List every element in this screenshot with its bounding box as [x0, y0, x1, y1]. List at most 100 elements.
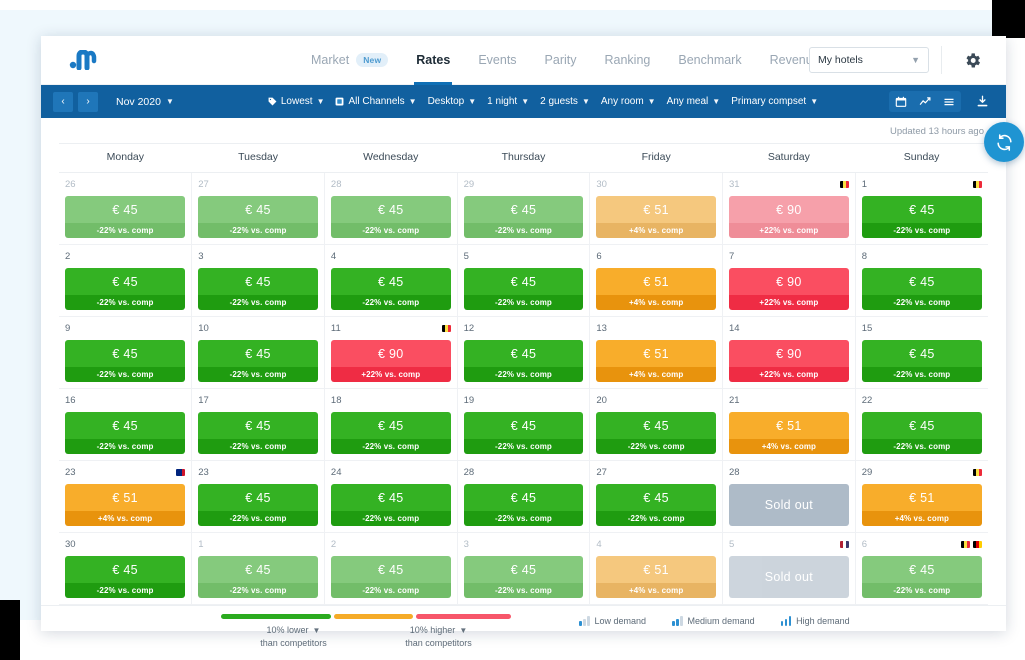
calendar-day-cell[interactable]: 2 € 45 -22% vs. comp	[323, 532, 458, 605]
month-selector[interactable]: Nov 2020 ▼	[116, 96, 174, 108]
rate-card[interactable]: € 45 -22% vs. comp	[198, 268, 318, 310]
calendar-day-cell[interactable]: 3 € 45 -22% vs. comp	[191, 244, 325, 317]
nav-item-parity[interactable]: Parity	[531, 36, 591, 85]
calendar-day-cell[interactable]: 15 € 45 -22% vs. comp	[854, 316, 988, 389]
calendar-day-cell[interactable]: 5 € 45 -22% vs. comp	[456, 244, 591, 317]
rate-card[interactable]: € 90 +22% vs. comp	[729, 268, 849, 310]
calendar-day-cell[interactable]: 16 € 45 -22% vs. comp	[59, 388, 193, 461]
rate-card[interactable]: € 45 -22% vs. comp	[463, 196, 584, 238]
calendar-day-cell[interactable]: 22 € 45 -22% vs. comp	[854, 388, 988, 461]
rate-card[interactable]: € 51 +4% vs. comp	[729, 412, 849, 454]
rate-card[interactable]: € 45 -22% vs. comp	[861, 412, 982, 454]
rate-card[interactable]: € 90 +22% vs. comp	[729, 340, 849, 382]
calendar-day-cell[interactable]: 2 € 45 -22% vs. comp	[59, 244, 193, 317]
rate-card[interactable]: € 45 -22% vs. comp	[198, 484, 318, 526]
filter-device[interactable]: Desktop ▼	[428, 96, 477, 107]
calendar-day-cell[interactable]: 11 € 90 +22% vs. comp	[323, 316, 458, 389]
rate-card[interactable]: € 90 +22% vs. comp	[729, 196, 849, 238]
rate-card[interactable]: € 45 -22% vs. comp	[198, 412, 318, 454]
calendar-day-cell[interactable]: 14 € 90 +22% vs. comp	[722, 316, 856, 389]
rate-card[interactable]: € 90 +22% vs. comp	[330, 340, 451, 382]
filter-length-of-stay[interactable]: 1 night ▼	[487, 96, 529, 107]
rate-card[interactable]: € 45 -22% vs. comp	[65, 556, 186, 598]
settings-gear-button[interactable]	[960, 48, 984, 72]
calendar-day-cell[interactable]: 27 € 45 -22% vs. comp	[191, 172, 325, 245]
rate-card[interactable]: € 45 -22% vs. comp	[330, 484, 451, 526]
rate-card[interactable]: € 51 +4% vs. comp	[596, 196, 717, 238]
rate-card[interactable]: € 45 -22% vs. comp	[198, 556, 318, 598]
rate-card[interactable]: € 45 -22% vs. comp	[861, 556, 982, 598]
calendar-day-cell[interactable]: 6 € 45 -22% vs. comp	[854, 532, 988, 605]
sold-out-cell[interactable]: Sold out	[729, 484, 849, 526]
calendar-day-cell[interactable]: 1 € 45 -22% vs. comp	[854, 172, 988, 245]
rate-card[interactable]: € 45 -22% vs. comp	[65, 340, 186, 382]
hotel-selector[interactable]: My hotels ▼	[809, 47, 929, 73]
rate-card[interactable]: € 45 -22% vs. comp	[463, 340, 584, 382]
rate-card[interactable]: € 45 -22% vs. comp	[330, 196, 451, 238]
filter-meal[interactable]: Any meal ▼	[667, 96, 721, 107]
calendar-view-icon[interactable]	[889, 91, 913, 112]
calendar-day-cell[interactable]: 30 € 45 -22% vs. comp	[59, 532, 193, 605]
calendar-day-cell[interactable]: 6 € 51 +4% vs. comp	[589, 244, 724, 317]
scale-threshold-lower-select[interactable]: 10% lower ▼	[221, 625, 366, 635]
calendar-day-cell[interactable]: 29 € 45 -22% vs. comp	[456, 172, 591, 245]
calendar-day-cell[interactable]: 31 € 90 +22% vs. comp	[722, 172, 856, 245]
calendar-day-cell[interactable]: 13 € 51 +4% vs. comp	[589, 316, 724, 389]
rate-card[interactable]: € 51 +4% vs. comp	[596, 268, 717, 310]
filter-channels[interactable]: All Channels ▼	[335, 96, 417, 107]
calendar-day-cell[interactable]: 27 € 45 -22% vs. comp	[589, 460, 724, 533]
calendar-day-cell[interactable]: 23 € 51 +4% vs. comp	[59, 460, 193, 533]
rate-card[interactable]: € 45 -22% vs. comp	[596, 412, 717, 454]
refresh-button[interactable]	[984, 122, 1024, 162]
calendar-day-cell[interactable]: 24 € 45 -22% vs. comp	[323, 460, 458, 533]
nav-item-ranking[interactable]: Ranking	[591, 36, 665, 85]
rate-card[interactable]: € 45 -22% vs. comp	[198, 196, 318, 238]
prev-month-button[interactable]: ‹	[53, 91, 73, 112]
rate-card[interactable]: € 45 -22% vs. comp	[861, 340, 982, 382]
rate-card[interactable]: € 45 -22% vs. comp	[861, 196, 982, 238]
rate-card[interactable]: € 51 +4% vs. comp	[861, 484, 982, 526]
calendar-day-cell[interactable]: 28 Sold out	[722, 460, 856, 533]
nav-item-rates[interactable]: Rates	[402, 36, 464, 85]
rate-card[interactable]: € 45 -22% vs. comp	[198, 340, 318, 382]
calendar-day-cell[interactable]: 4 € 45 -22% vs. comp	[323, 244, 458, 317]
calendar-day-cell[interactable]: 10 € 45 -22% vs. comp	[191, 316, 325, 389]
filter-compset[interactable]: Primary compset ▼	[731, 96, 818, 107]
rate-card[interactable]: € 45 -22% vs. comp	[65, 196, 186, 238]
rate-card[interactable]: € 45 -22% vs. comp	[596, 484, 717, 526]
calendar-day-cell[interactable]: 8 € 45 -22% vs. comp	[854, 244, 988, 317]
rate-card[interactable]: € 45 -22% vs. comp	[463, 412, 584, 454]
calendar-day-cell[interactable]: 5 Sold out	[722, 532, 856, 605]
calendar-day-cell[interactable]: 9 € 45 -22% vs. comp	[59, 316, 193, 389]
rate-card[interactable]: € 45 -22% vs. comp	[330, 556, 451, 598]
rate-card[interactable]: € 45 -22% vs. comp	[65, 268, 186, 310]
calendar-day-cell[interactable]: 17 € 45 -22% vs. comp	[191, 388, 325, 461]
calendar-day-cell[interactable]: 21 € 51 +4% vs. comp	[722, 388, 856, 461]
scale-threshold-higher-select[interactable]: 10% higher ▼	[366, 625, 511, 635]
rate-card[interactable]: € 45 -22% vs. comp	[861, 268, 982, 310]
calendar-day-cell[interactable]: 26 € 45 -22% vs. comp	[59, 172, 193, 245]
nav-item-events[interactable]: Events	[464, 36, 530, 85]
filter-room[interactable]: Any room ▼	[601, 96, 656, 107]
chart-view-icon[interactable]	[913, 91, 937, 112]
sold-out-cell[interactable]: Sold out	[729, 556, 849, 598]
calendar-day-cell[interactable]: 28 € 45 -22% vs. comp	[323, 172, 458, 245]
app-logo[interactable]	[41, 50, 127, 70]
rate-card[interactable]: € 45 -22% vs. comp	[65, 412, 186, 454]
filter-lowest[interactable]: Lowest ▼	[268, 96, 324, 107]
calendar-day-cell[interactable]: 29 € 51 +4% vs. comp	[854, 460, 988, 533]
calendar-day-cell[interactable]: 23 € 45 -22% vs. comp	[191, 460, 325, 533]
rate-card[interactable]: € 45 -22% vs. comp	[463, 484, 584, 526]
calendar-day-cell[interactable]: 28 € 45 -22% vs. comp	[456, 460, 591, 533]
calendar-day-cell[interactable]: 20 € 45 -22% vs. comp	[589, 388, 724, 461]
next-month-button[interactable]: ›	[78, 91, 98, 112]
rate-card[interactable]: € 51 +4% vs. comp	[65, 484, 186, 526]
calendar-day-cell[interactable]: 3 € 45 -22% vs. comp	[456, 532, 591, 605]
filter-guests[interactable]: 2 guests ▼	[540, 96, 590, 107]
calendar-day-cell[interactable]: 4 € 51 +4% vs. comp	[589, 532, 724, 605]
nav-item-market[interactable]: Market New	[297, 36, 402, 85]
rate-card[interactable]: € 51 +4% vs. comp	[596, 556, 717, 598]
calendar-day-cell[interactable]: 1 € 45 -22% vs. comp	[191, 532, 325, 605]
rate-card[interactable]: € 45 -22% vs. comp	[463, 556, 584, 598]
calendar-day-cell[interactable]: 12 € 45 -22% vs. comp	[456, 316, 591, 389]
